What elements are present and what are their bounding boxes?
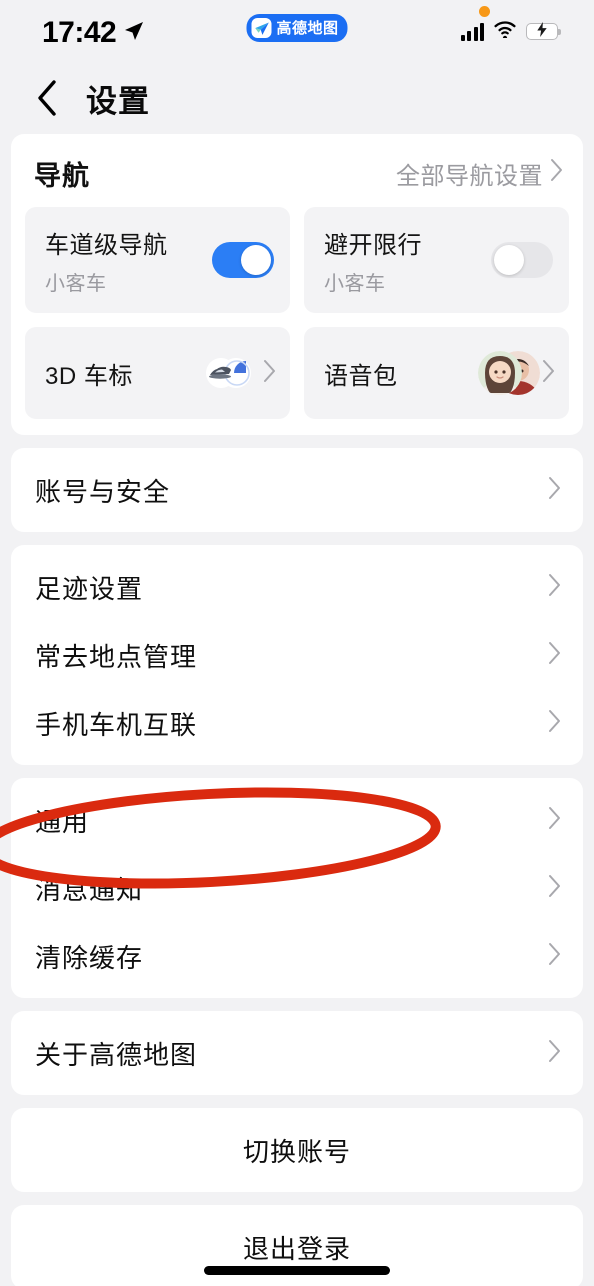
tile-lane-level-navigation[interactable]: 车道级导航 小客车 bbox=[25, 207, 290, 313]
amap-navigation-icon bbox=[251, 18, 272, 38]
row-clear-cache[interactable]: 清除缓存 bbox=[11, 922, 583, 990]
location-arrow-icon bbox=[122, 19, 146, 48]
row-message-notifications[interactable]: 消息通知 bbox=[11, 854, 583, 922]
row-message-notifications-label: 消息通知 bbox=[35, 874, 144, 905]
navigation-section-title: 导航 bbox=[34, 161, 90, 191]
page-title: 设置 bbox=[86, 83, 150, 119]
settings-screen: 17:42 高德地图 设置 导航 全部导航设置 车道级导航 小客车 避开限行 小… bbox=[0, 0, 594, 1286]
navigation-card-header: 导航 全部导航设置 bbox=[25, 148, 569, 207]
navigation-settings-card: 导航 全部导航设置 车道级导航 小客车 避开限行 小客车 3D 车标 语音包 bbox=[11, 134, 583, 435]
chevron-right-icon bbox=[548, 1039, 561, 1068]
tile-voice-package[interactable]: 语音包 bbox=[304, 327, 569, 419]
tile-lane-label: 车道级导航 bbox=[45, 231, 168, 259]
navigation-link-tiles: 3D 车标 语音包 bbox=[25, 327, 569, 419]
system-section-card: 通用 消息通知 清除缓存 bbox=[11, 778, 583, 998]
status-time: 17:42 bbox=[42, 16, 117, 49]
row-footprint-settings[interactable]: 足迹设置 bbox=[11, 553, 583, 621]
navigation-toggle-tiles: 车道级导航 小客车 避开限行 小客车 bbox=[25, 207, 569, 313]
row-account-security[interactable]: 账号与安全 bbox=[11, 456, 583, 524]
row-about-amap-label: 关于高德地图 bbox=[35, 1039, 198, 1070]
tile-avoid-restricted[interactable]: 避开限行 小客车 bbox=[304, 207, 569, 313]
chevron-right-icon bbox=[548, 476, 561, 505]
tools-section-card: 足迹设置 常去地点管理 手机车机互联 bbox=[11, 545, 583, 765]
row-frequent-places-label: 常去地点管理 bbox=[35, 641, 198, 672]
tile-3d-car-right bbox=[203, 351, 276, 395]
row-footprint-settings-label: 足迹设置 bbox=[35, 573, 144, 604]
tile-voice-right bbox=[478, 351, 555, 395]
back-button[interactable] bbox=[30, 78, 64, 118]
recording-indicator-dot bbox=[479, 6, 490, 17]
tile-lane-sublabel: 小客车 bbox=[45, 272, 107, 295]
chevron-right-icon bbox=[548, 806, 561, 835]
home-indicator bbox=[204, 1266, 390, 1275]
chevron-right-icon bbox=[263, 359, 276, 388]
chevron-right-icon bbox=[542, 359, 555, 388]
car-marker-icon bbox=[203, 351, 255, 395]
chevron-right-icon bbox=[548, 709, 561, 738]
switch-account-label: 切换账号 bbox=[242, 1136, 351, 1167]
about-section-card: 关于高德地图 bbox=[11, 1011, 583, 1095]
voice-pack-avatars bbox=[478, 351, 540, 395]
status-bar: 17:42 高德地图 bbox=[0, 0, 594, 62]
avoid-restricted-toggle[interactable] bbox=[491, 242, 553, 278]
status-bar-left: 17:42 bbox=[42, 18, 146, 48]
navigation-bar: 设置 bbox=[0, 62, 594, 134]
tile-avoid-text: 避开限行 小客车 bbox=[324, 225, 422, 296]
status-bar-right bbox=[460, 20, 561, 43]
all-navigation-settings-link[interactable]: 全部导航设置 bbox=[396, 156, 563, 191]
avatar-female bbox=[478, 351, 522, 395]
cellular-signal-icon bbox=[460, 22, 484, 41]
row-clear-cache-label: 清除缓存 bbox=[35, 942, 144, 973]
row-phone-car-connect[interactable]: 手机车机互联 bbox=[11, 689, 583, 757]
chevron-right-icon bbox=[548, 874, 561, 903]
tile-3d-car-label: 3D 车标 bbox=[45, 362, 133, 390]
row-general[interactable]: 通用 bbox=[11, 786, 583, 854]
tile-avoid-sublabel: 小客车 bbox=[324, 272, 386, 295]
tile-voice-label: 语音包 bbox=[324, 362, 398, 390]
row-general-label: 通用 bbox=[35, 806, 90, 837]
wifi-icon bbox=[493, 20, 517, 43]
chevron-right-icon bbox=[548, 942, 561, 971]
tile-3d-car-marker[interactable]: 3D 车标 bbox=[25, 327, 290, 419]
app-badge-label: 高德地图 bbox=[276, 19, 339, 37]
row-about-amap[interactable]: 关于高德地图 bbox=[11, 1019, 583, 1087]
row-frequent-places[interactable]: 常去地点管理 bbox=[11, 621, 583, 689]
tile-avoid-label: 避开限行 bbox=[324, 231, 422, 259]
account-section-card: 账号与安全 bbox=[11, 448, 583, 532]
row-account-security-label: 账号与安全 bbox=[35, 476, 171, 507]
chevron-right-icon bbox=[550, 158, 563, 189]
app-badge[interactable]: 高德地图 bbox=[246, 14, 348, 42]
chevron-right-icon bbox=[548, 641, 561, 670]
battery-charging-icon bbox=[526, 21, 561, 40]
logout-label: 退出登录 bbox=[242, 1233, 351, 1264]
switch-account-button[interactable]: 切换账号 bbox=[11, 1116, 583, 1184]
all-navigation-settings-label: 全部导航设置 bbox=[396, 163, 543, 190]
lane-navigation-toggle[interactable] bbox=[212, 242, 274, 278]
chevron-right-icon bbox=[548, 573, 561, 602]
tile-lane-text: 车道级导航 小客车 bbox=[45, 225, 168, 296]
row-phone-car-connect-label: 手机车机互联 bbox=[35, 709, 198, 740]
switch-account-card: 切换账号 bbox=[11, 1108, 583, 1192]
